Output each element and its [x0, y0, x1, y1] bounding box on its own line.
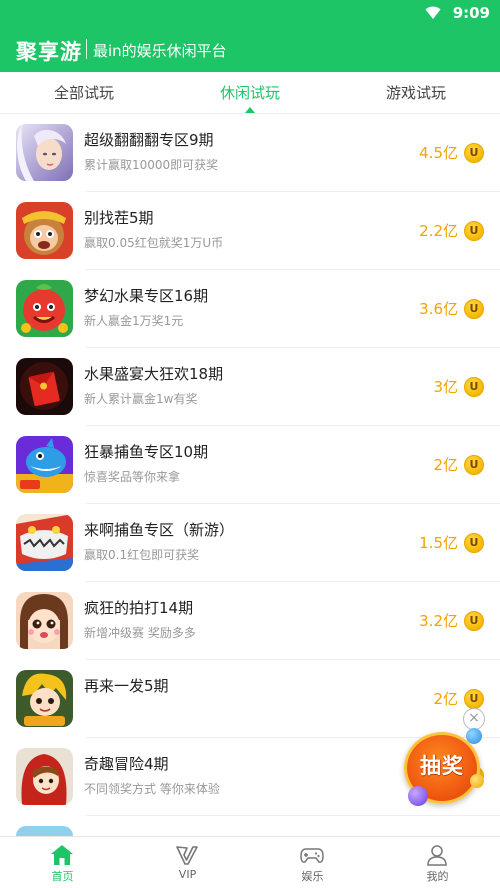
nav-vip-label: VIP [178, 868, 197, 881]
monkey-king-icon [16, 202, 73, 259]
u-coin-icon: U [464, 688, 484, 709]
user-icon [427, 845, 447, 866]
game-title: 别找茬5期 [84, 209, 154, 227]
prize-value: 4.5亿 [419, 144, 458, 162]
prize-value: 1.5亿 [419, 534, 458, 552]
game-title: 疯狂的拍打14期 [84, 599, 194, 617]
prize-pool: 2亿 U [433, 688, 484, 709]
list-item[interactable] [0, 816, 500, 836]
status-bar: 9:09 [425, 4, 490, 22]
app-title: 聚享游 [16, 40, 82, 64]
nav-mine-label: 我的 [426, 870, 449, 883]
active-tab-indicator [245, 107, 255, 113]
title-divider [86, 39, 87, 59]
game-subtitle: 惊喜奖品等你来拿 [84, 470, 181, 484]
list-item[interactable]: 梦幻水果专区16期 新人赢金1万奖1元 3.6亿 U [0, 270, 500, 348]
gamepad-icon [300, 848, 324, 863]
game-title: 梦幻水果专区16期 [84, 287, 209, 305]
tab-all-trial[interactable]: 全部试玩 [14, 72, 154, 114]
category-tabs: 全部试玩 休闲试玩 游戏试玩 [0, 72, 500, 114]
status-time: 9:09 [452, 4, 490, 22]
game-subtitle: 赢取0.1红包即可获奖 [84, 548, 200, 562]
game-subtitle: 新增冲级赛 奖励多多 [84, 626, 196, 640]
u-coin-icon: U [464, 298, 484, 319]
prize-pool: 1.5亿 U [419, 532, 484, 553]
cartoon-girl-icon [16, 592, 73, 649]
game-subtitle: 新人累计赢金1w有奖 [84, 392, 198, 406]
nav-entertainment[interactable]: 娱乐 [250, 837, 375, 888]
vip-icon [176, 846, 198, 865]
decor-ball [408, 786, 428, 806]
nav-mine[interactable]: 我的 [375, 837, 500, 888]
decor-ball [470, 774, 484, 788]
game-subtitle: 赢取0.05红包就奖1万U币 [84, 236, 224, 250]
game-title: 来啊捕鱼专区（新游） [84, 521, 235, 539]
wifi-icon [425, 6, 441, 19]
prize-pool: 3亿 U [433, 376, 484, 397]
game-title: 超级翻翻翻专区9期 [84, 131, 214, 149]
list-item[interactable]: 来啊捕鱼专区（新游） 赢取0.1红包即可获奖 1.5亿 U [0, 504, 500, 582]
u-coin-icon: U [464, 142, 484, 163]
prize-value: 2.2亿 [419, 222, 458, 240]
list-item[interactable]: 疯狂的拍打14期 新增冲级赛 奖励多多 3.2亿 U [0, 582, 500, 660]
game-title: 水果盛宴大狂欢18期 [84, 365, 224, 383]
u-coin-icon: U [464, 532, 484, 553]
lottery-button[interactable]: 抽奖 [400, 728, 492, 810]
game-title: 再来一发5期 [84, 677, 169, 695]
fruit-icon [16, 280, 73, 337]
prize-value: 3.6亿 [419, 300, 458, 318]
prize-pool: 2.2亿 U [419, 220, 484, 241]
game-title: 奇趣冒险4期 [84, 755, 169, 773]
bottom-navigation: 首页 VIP 娱乐 我的 [0, 836, 500, 888]
game-subtitle: 不同领奖方式 等你来体验 [84, 782, 220, 796]
nav-entertainment-label: 娱乐 [301, 870, 324, 883]
prize-pool: 2亿 U [433, 454, 484, 475]
prize-pool: 4.5亿 U [419, 142, 484, 163]
nav-vip[interactable]: VIP [125, 837, 250, 888]
prize-value: 3亿 [433, 378, 458, 396]
prize-value: 2亿 [433, 456, 458, 474]
list-item[interactable]: 再来一发5期 2亿 U [0, 660, 500, 738]
tab-game-trial[interactable]: 游戏试玩 [346, 72, 486, 114]
list-item[interactable]: 狂暴捕鱼专区10期 惊喜奖品等你来拿 2亿 U [0, 426, 500, 504]
title-bar: 9:09 聚享游 最in的娱乐休闲平台 [0, 0, 500, 72]
anime-hero-icon [16, 670, 73, 727]
u-coin-icon: U [464, 454, 484, 475]
prize-pool: 3.2亿 U [419, 610, 484, 631]
game-subtitle: 累计赢取10000即可获奖 [84, 158, 219, 172]
prize-value: 2亿 [433, 690, 458, 708]
shark-icon [16, 436, 73, 493]
game-title: 狂暴捕鱼专区10期 [84, 443, 209, 461]
close-lottery-button[interactable]: × [463, 708, 485, 730]
red-hood-icon [16, 748, 73, 805]
nav-home-label: 首页 [51, 870, 74, 883]
u-coin-icon: U [464, 220, 484, 241]
u-coin-icon: U [464, 610, 484, 631]
nav-home[interactable]: 首页 [0, 837, 125, 888]
home-icon [51, 845, 73, 865]
u-coin-icon: U [464, 376, 484, 397]
red-envelope-icon [16, 358, 73, 415]
list-item[interactable]: 别找茬5期 赢取0.05红包就奖1万U币 2.2亿 U [0, 192, 500, 270]
game-subtitle: 新人赢金1万奖1元 [84, 314, 184, 328]
list-item[interactable]: 水果盛宴大狂欢18期 新人累计赢金1w有奖 3亿 U [0, 348, 500, 426]
app-screen: 9:09 聚享游 最in的娱乐休闲平台 全部试玩 休闲试玩 游戏试玩 超级翻翻翻… [0, 0, 500, 888]
list-item[interactable]: 超级翻翻翻专区9期 累计赢取10000即可获奖 4.5亿 U [0, 114, 500, 192]
prize-pool: 3.6亿 U [419, 298, 484, 319]
partial-game-icon [16, 826, 73, 836]
app-slogan: 最in的娱乐休闲平台 [93, 42, 227, 60]
fairy-avatar-icon [16, 124, 73, 181]
fish-monster-icon [16, 514, 73, 571]
lottery-label: 抽奖 [420, 754, 464, 778]
prize-value: 3.2亿 [419, 612, 458, 630]
